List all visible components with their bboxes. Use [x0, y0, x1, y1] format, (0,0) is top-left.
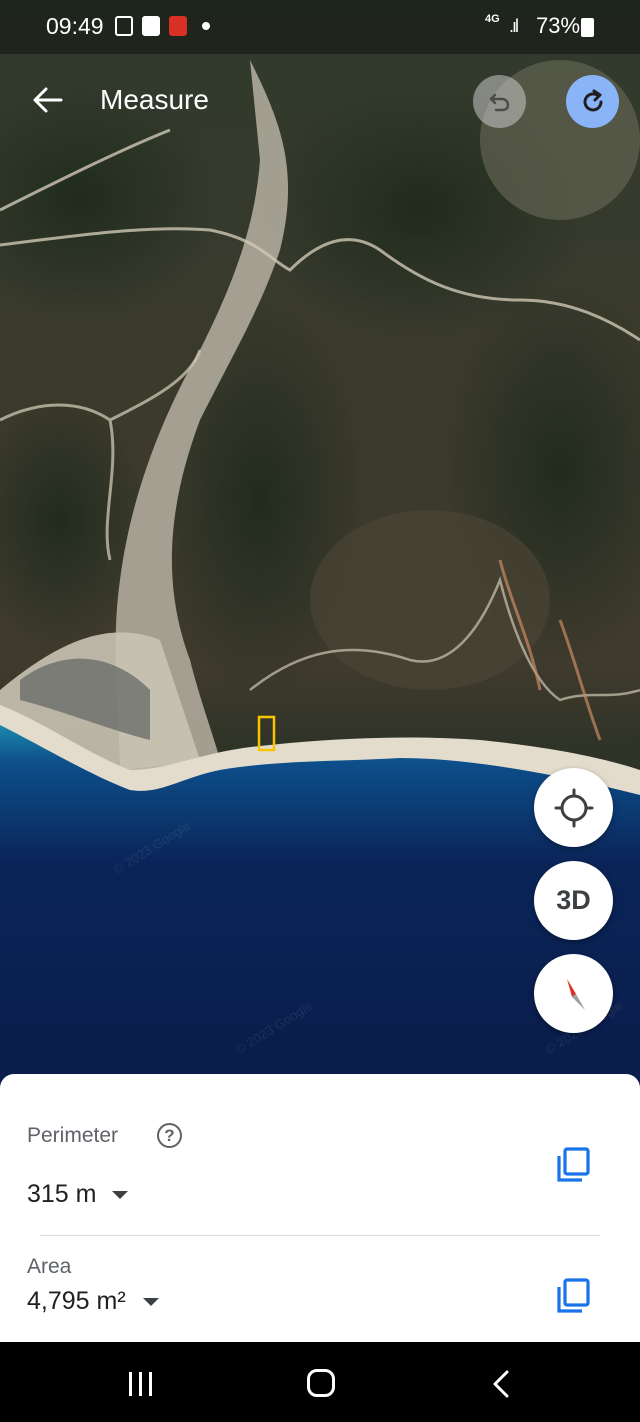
panel-divider: [40, 1235, 600, 1236]
3d-button[interactable]: 3D: [534, 861, 613, 940]
area-unit-dropdown-icon[interactable]: [143, 1298, 159, 1306]
help-circle-icon[interactable]: ?: [157, 1123, 182, 1148]
copy-perimeter-button[interactable]: [556, 1147, 590, 1183]
signal-icon: .ıl: [509, 16, 519, 36]
undo-icon: [489, 93, 509, 111]
arrow-left-icon: [33, 87, 63, 113]
back-button[interactable]: [30, 82, 66, 118]
my-location-icon: [554, 788, 593, 827]
notification-record-icon: [169, 16, 187, 36]
battery-icon: [581, 18, 594, 37]
area-label: Area: [27, 1255, 72, 1278]
notification-gallery-icon: [115, 16, 133, 36]
more-notifications-icon: [202, 22, 210, 30]
battery-level: 73%: [536, 13, 581, 38]
status-time: 09:49: [46, 13, 104, 39]
perimeter-value: 315 m: [27, 1180, 97, 1208]
compass-icon: [566, 978, 585, 1010]
undo-button[interactable]: [473, 75, 526, 128]
compass-button[interactable]: [534, 954, 613, 1033]
redo-icon: [583, 89, 602, 111]
network-type: 4G: [485, 13, 500, 25]
redo-button[interactable]: [566, 75, 619, 128]
system-navigation-bar: [0, 1342, 640, 1422]
perimeter-label: Perimeter: [27, 1124, 119, 1147]
perimeter-unit-dropdown-icon[interactable]: [112, 1191, 128, 1199]
notification-camera-icon: [142, 16, 160, 36]
status-bar: 09:49 4G .ıl 73%: [0, 0, 640, 54]
measure-panel: Perimeter ? 315 m Area 4,795 m²: [0, 1074, 640, 1342]
area-value: 4,795 m²: [27, 1287, 126, 1315]
my-location-button[interactable]: [534, 768, 613, 847]
system-back-button[interactable]: [490, 1369, 512, 1399]
home-button[interactable]: [307, 1369, 335, 1397]
copy-area-button[interactable]: [556, 1278, 590, 1314]
page-title: Measure: [100, 84, 209, 115]
recents-button[interactable]: [129, 1372, 159, 1401]
